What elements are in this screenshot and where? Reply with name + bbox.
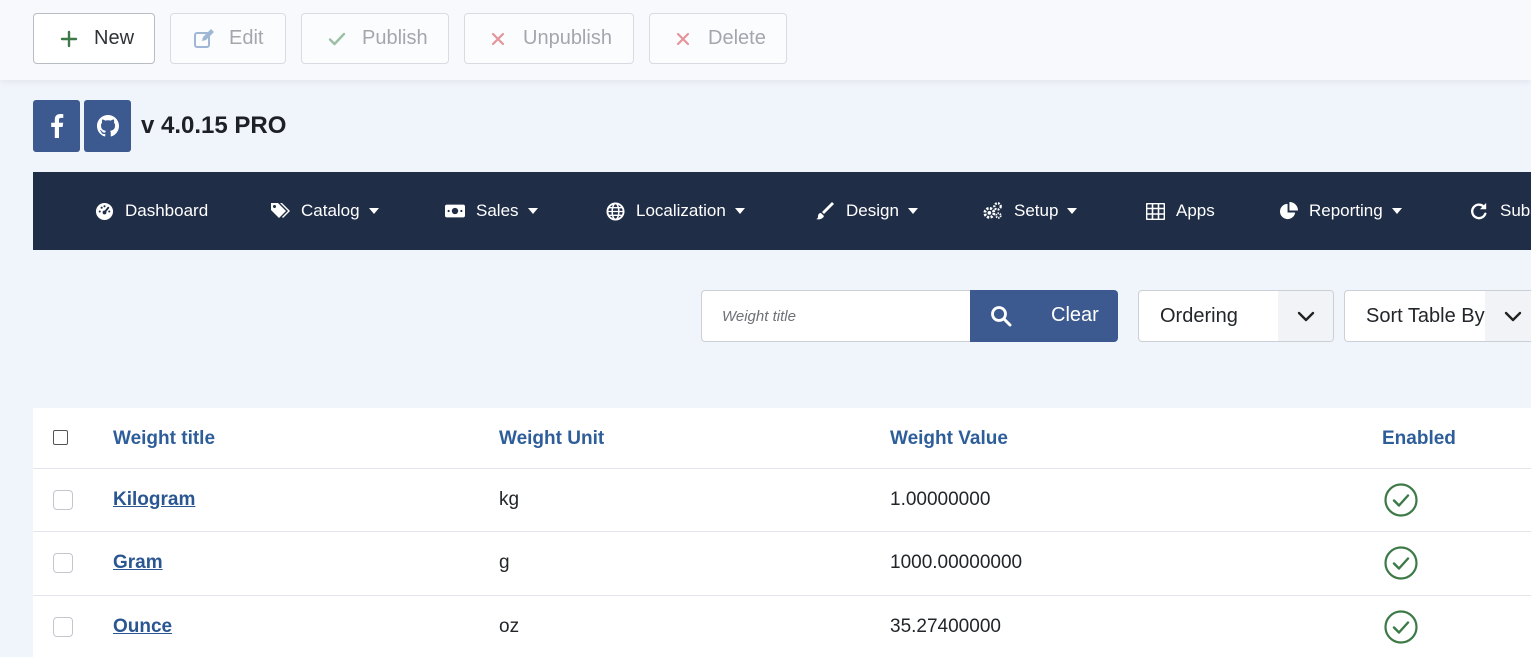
row-value: 1.00000000 <box>890 489 991 510</box>
main-navbar: Dashboard Catalog Sales Localization Des… <box>33 172 1531 250</box>
row-unit: oz <box>499 616 520 637</box>
caret-down-icon <box>1391 208 1402 214</box>
money-bill-icon <box>445 201 465 221</box>
edit-button-label: Edit <box>229 27 264 49</box>
table-header-row: Weight title Weight Unit Weight Value En… <box>33 408 1531 469</box>
nav-setup[interactable]: Setup <box>983 172 1078 250</box>
enabled-check-icon[interactable] <box>1384 610 1418 644</box>
row-checkbox[interactable] <box>53 617 73 637</box>
nav-sales[interactable]: Sales <box>445 172 538 250</box>
delete-button-label: Delete <box>708 27 766 49</box>
redo-icon <box>1469 201 1489 221</box>
nav-design[interactable]: Design <box>815 172 918 250</box>
publish-button[interactable]: Publish <box>301 13 449 64</box>
table-row: Kilogram kg 1.00000000 <box>33 469 1531 532</box>
ordering-select[interactable]: Ordering <box>1138 290 1334 342</box>
times-icon <box>487 28 509 50</box>
nav-catalog[interactable]: Catalog <box>270 172 379 250</box>
weight-title-search-input[interactable] <box>701 290 971 342</box>
nav-reporting-label: Reporting <box>1309 201 1383 220</box>
unpublish-button[interactable]: Unpublish <box>464 13 634 64</box>
sort-table-select[interactable]: Sort Table By <box>1344 290 1531 342</box>
sort-table-select-value: Sort Table By <box>1366 305 1485 327</box>
nav-apps[interactable]: Apps <box>1145 172 1215 250</box>
caret-down-icon <box>368 208 379 214</box>
nav-apps-label: Apps <box>1176 201 1215 220</box>
nav-reporting[interactable]: Reporting <box>1278 172 1402 250</box>
tachometer-icon <box>94 201 114 221</box>
header-weight-value[interactable]: Weight Value <box>890 428 1008 450</box>
table-row: Ounce oz 35.27400000 <box>33 596 1531 657</box>
nav-localization[interactable]: Localization <box>605 172 745 250</box>
table-row: Gram g 1000.00000000 <box>33 532 1531 596</box>
nav-subs[interactable]: Subs <box>1469 172 1531 250</box>
new-button[interactable]: New <box>33 13 155 64</box>
new-button-label: New <box>94 27 135 49</box>
search-icon <box>991 306 1012 327</box>
header-enabled[interactable]: Enabled <box>1382 428 1456 450</box>
paintbrush-icon <box>815 201 835 221</box>
nav-design-label: Design <box>846 201 899 220</box>
tags-icon <box>270 201 290 221</box>
plus-icon <box>58 28 80 50</box>
row-value: 1000.00000000 <box>890 552 1023 573</box>
globe-icon <box>605 201 625 221</box>
table-icon <box>1145 201 1165 221</box>
cogs-icon <box>983 201 1003 221</box>
select-all-checkbox[interactable] <box>53 430 68 445</box>
row-title-link[interactable]: Gram <box>113 552 163 574</box>
header-weight-title[interactable]: Weight title <box>113 428 215 450</box>
publish-button-label: Publish <box>362 27 428 49</box>
toolbar: New Edit Publish Unpublish Delete <box>0 0 1531 80</box>
row-checkbox[interactable] <box>53 553 73 573</box>
version-label: v 4.0.15 PRO <box>141 112 287 139</box>
nav-sales-label: Sales <box>476 201 519 220</box>
edit-icon <box>193 28 215 50</box>
row-value: 35.27400000 <box>890 616 1001 637</box>
caret-down-icon <box>1067 208 1078 214</box>
clear-button-label: Clear <box>1051 304 1099 326</box>
enabled-check-icon[interactable] <box>1384 483 1418 517</box>
row-unit: kg <box>499 489 520 510</box>
row-checkbox[interactable] <box>53 490 73 510</box>
facebook-button[interactable] <box>33 100 80 152</box>
delete-button[interactable]: Delete <box>649 13 787 64</box>
weights-table: Weight title Weight Unit Weight Value En… <box>33 408 1531 657</box>
caret-down-icon <box>527 208 538 214</box>
facebook-icon <box>50 114 63 138</box>
check-icon <box>326 28 348 50</box>
chevron-down-icon <box>1485 291 1531 341</box>
enabled-check-icon[interactable] <box>1384 546 1418 580</box>
nav-catalog-label: Catalog <box>301 201 360 220</box>
edit-button[interactable]: Edit <box>170 13 286 64</box>
times-icon <box>672 28 694 50</box>
nav-setup-label: Setup <box>1014 201 1059 220</box>
nav-dashboard-label: Dashboard <box>125 201 209 220</box>
nav-localization-label: Localization <box>636 201 726 220</box>
row-title-link[interactable]: Kilogram <box>113 489 195 511</box>
nav-subs-label: Subs <box>1500 201 1531 220</box>
chart-pie-icon <box>1278 201 1298 221</box>
row-unit: g <box>499 552 510 573</box>
github-icon <box>96 115 119 137</box>
header-weight-unit[interactable]: Weight Unit <box>499 428 604 450</box>
caret-down-icon <box>907 208 918 214</box>
chevron-down-icon <box>1278 291 1333 341</box>
github-button[interactable] <box>84 100 131 152</box>
ordering-select-value: Ordering <box>1160 305 1238 327</box>
nav-dashboard[interactable]: Dashboard <box>94 172 208 250</box>
unpublish-button-label: Unpublish <box>523 27 612 49</box>
row-title-link[interactable]: Ounce <box>113 616 172 638</box>
search-button[interactable]: Clear <box>970 290 1118 342</box>
caret-down-icon <box>734 208 745 214</box>
